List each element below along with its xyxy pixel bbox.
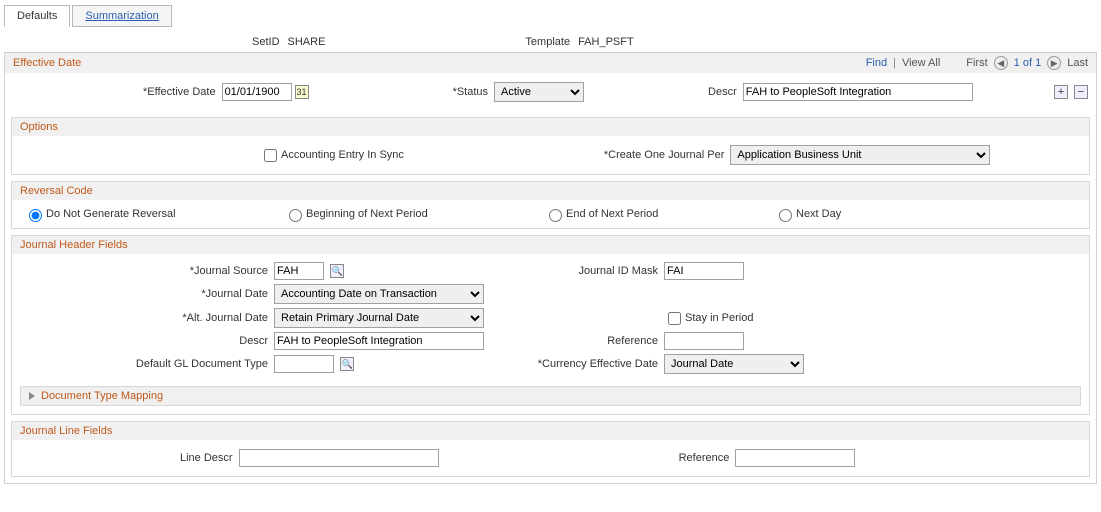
reversal-nextday-label: Next Day [796,208,841,220]
add-row-button[interactable]: + [1054,85,1068,99]
template-value: FAH_PSFT [578,36,634,48]
sync-checkbox[interactable] [264,149,277,162]
effdt-label: *Effective Date [143,86,216,98]
next-button[interactable]: ▶ [1047,56,1061,70]
line-descr-label: Line Descr [180,452,233,464]
jh-descr-label: Descr [24,335,274,347]
stay-label: Stay in Period [685,312,753,324]
ced-select[interactable]: Journal Date [664,354,804,374]
journal-line-title: Journal Line Fields [20,425,112,437]
altdate-label: *Alt. Journal Date [24,312,274,324]
mask-label: Journal ID Mask [494,265,664,277]
cojp-label: *Create One Journal Per [604,149,724,161]
options-title: Options [20,121,58,133]
reversal-nextday-radio[interactable] [779,209,792,222]
position-text: 1 of 1 [1014,57,1042,69]
options-section: Options Accounting Entry In Sync *Create… [11,117,1090,175]
reversal-begin-radio[interactable] [289,209,302,222]
descr-label: Descr [708,86,737,98]
jsrc-input[interactable] [274,262,324,280]
status-label: *Status [453,86,488,98]
jh-ref-input[interactable] [664,332,744,350]
sync-label: Accounting Entry In Sync [281,149,404,161]
doc-type-mapping[interactable]: Document Type Mapping [20,386,1081,406]
lookup-icon[interactable]: 🔍 [340,357,354,371]
jl-ref-label: Reference [679,452,730,464]
reversal-title: Reversal Code [20,185,93,197]
template-label: Template [525,36,570,48]
tabs: Defaults Summarization [4,4,1097,26]
delete-row-button[interactable]: − [1074,85,1088,99]
tab-summarization[interactable]: Summarization [72,5,171,27]
grid-toolbar: Find | View All First ◀ 1 of 1 ▶ Last [866,56,1088,70]
find-link[interactable]: Find [866,57,887,69]
mask-input[interactable] [664,262,744,280]
status-select[interactable]: Active [494,82,584,102]
gl-label: Default GL Document Type [24,358,274,370]
header-info: SetID SHARE Template FAH_PSFT [244,32,1097,52]
journal-header-section: Journal Header Fields *Journal Source 🔍 … [11,235,1090,415]
doc-type-mapping-title: Document Type Mapping [41,390,163,402]
jdate-select[interactable]: Accounting Date on Transaction [274,284,484,304]
gl-input[interactable] [274,355,334,373]
jh-descr-input[interactable] [274,332,484,350]
jh-ref-label: Reference [494,335,664,347]
effective-date-title: Effective Date [13,57,81,69]
setid-label: SetID [252,36,280,48]
reversal-none-radio[interactable] [29,209,42,222]
reversal-none-label: Do Not Generate Reversal [46,208,176,220]
viewall-link[interactable]: View All [902,57,940,69]
journal-header-title: Journal Header Fields [20,239,128,251]
jdate-label: *Journal Date [24,288,274,300]
expand-arrow-icon[interactable] [29,392,35,400]
reversal-end-label: End of Next Period [566,208,658,220]
effdt-input[interactable] [222,83,292,101]
effective-date-section: Effective Date Find | View All First ◀ 1… [4,52,1097,484]
jsrc-label: *Journal Source [24,265,274,277]
calendar-icon[interactable]: 31 [295,85,309,99]
reversal-begin-label: Beginning of Next Period [306,208,428,220]
reversal-section: Reversal Code Do Not Generate Reversal B… [11,181,1090,229]
cojp-select[interactable]: Application Business Unit [730,145,990,165]
first-label: First [966,57,987,69]
last-label: Last [1067,57,1088,69]
jl-ref-input[interactable] [735,449,855,467]
journal-line-section: Journal Line Fields Line Descr Reference [11,421,1090,477]
ced-label: *Currency Effective Date [494,358,664,370]
prev-button[interactable]: ◀ [994,56,1008,70]
setid-value: SHARE [288,36,326,48]
line-descr-input[interactable] [239,449,439,467]
lookup-icon[interactable]: 🔍 [330,264,344,278]
descr-input[interactable] [743,83,973,101]
tab-defaults[interactable]: Defaults [4,5,70,27]
altdate-select[interactable]: Retain Primary Journal Date [274,308,484,328]
stay-checkbox[interactable] [668,312,681,325]
reversal-end-radio[interactable] [549,209,562,222]
